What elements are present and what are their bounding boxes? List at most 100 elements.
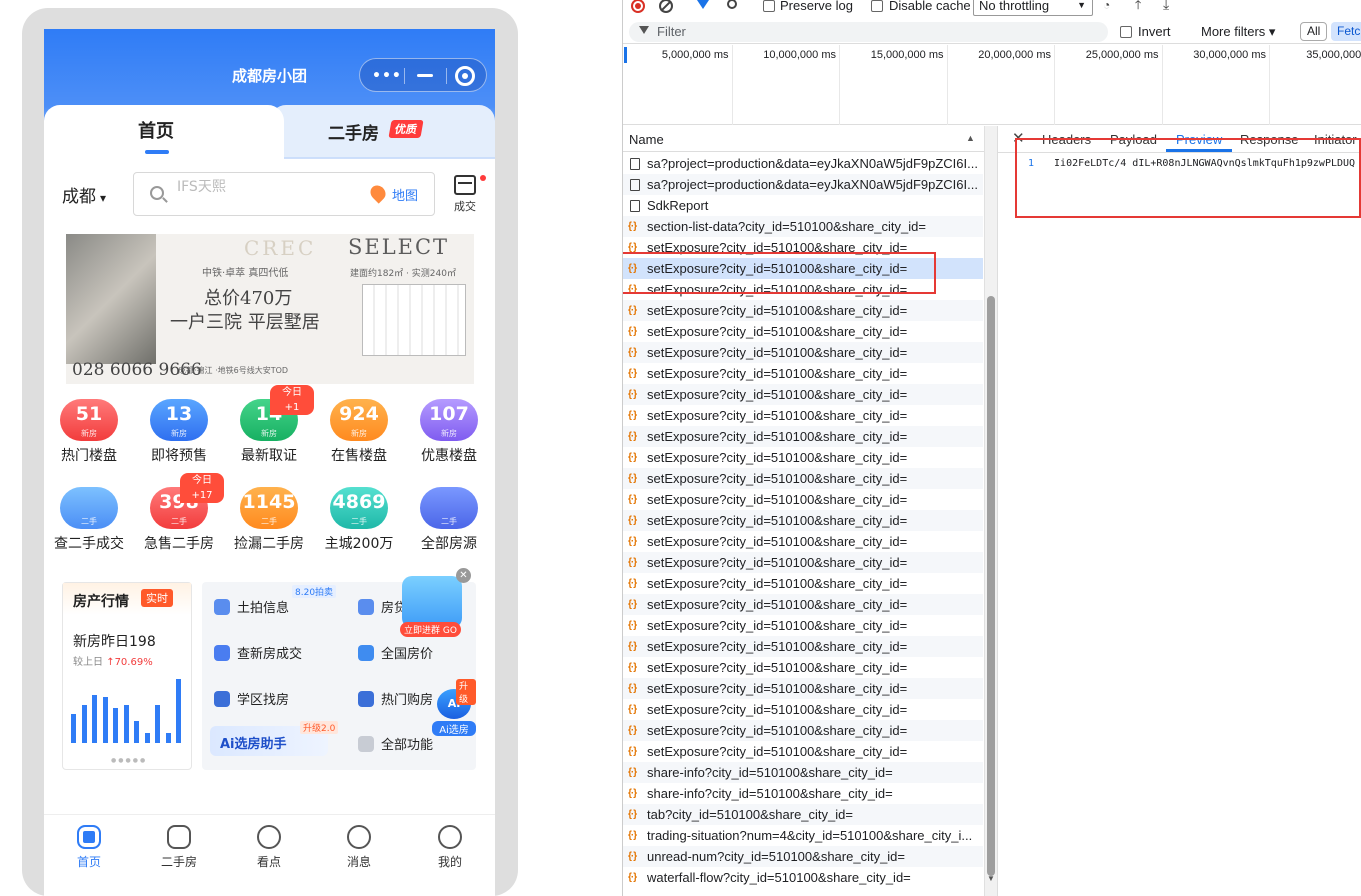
request-row[interactable]: {·} setExposure?city_id=510100&share_city… — [623, 594, 983, 615]
request-row[interactable]: sa?project=production&data=eyJkaXN0aW5jd… — [623, 153, 983, 174]
nav-second-hand[interactable]: 二手房 — [149, 825, 209, 870]
filter-icon[interactable] — [697, 0, 709, 9]
market-bar — [92, 695, 97, 743]
tool-new-deal[interactable]: 查新房成交 — [214, 643, 302, 662]
request-row[interactable]: {·} setExposure?city_id=510100&share_city… — [623, 321, 983, 342]
map-link[interactable]: 地图 — [392, 185, 418, 204]
request-row[interactable]: SdkReport — [623, 195, 983, 216]
tab-second-hand[interactable]: 二手房 优质 — [270, 105, 495, 157]
divider — [446, 68, 447, 84]
filter-fetch-button[interactable]: Fetc — [1331, 22, 1361, 41]
preserve-log-checkbox[interactable] — [763, 0, 775, 12]
request-row[interactable]: {·} setExposure?city_id=510100&share_city… — [623, 300, 983, 321]
throttling-select[interactable]: No throttling ▼ — [973, 0, 1093, 16]
tool-national-price[interactable]: 全国房价 — [358, 643, 433, 662]
network-timeline-overview[interactable]: 5,000,000 ms 10,000,000 ms 15,000,000 ms 20… — [623, 45, 1361, 125]
category-row2-2[interactable]: 1145 二手 捡漏二手房 — [224, 487, 314, 553]
category-row1-2[interactable]: 14 新房 最新取证 今日+1 — [224, 385, 314, 465]
request-row[interactable]: {·} unread-num?city_id=510100&share_city_… — [623, 846, 983, 867]
search-icon[interactable] — [727, 0, 737, 9]
tool-land[interactable]: 土拍信息 — [214, 597, 289, 616]
promo-banner[interactable]: CREC SELECT 中铁·卓萃 真四代低 建面约182㎡ · 实测240㎡ … — [66, 234, 474, 384]
request-row[interactable]: {·} share-info?city_id=510100&share_city_… — [623, 762, 983, 783]
nav-messages[interactable]: 消息 — [329, 825, 389, 870]
category-row2-1[interactable]: 398 二手 急售二手房 今日+17 — [134, 473, 224, 553]
more-filters-dropdown[interactable]: More filters ▾ — [1201, 24, 1275, 40]
category-row1-3[interactable]: 924 新房 在售楼盘 — [314, 399, 404, 465]
request-row[interactable]: {·} setExposure?city_id=510100&share_city… — [623, 657, 983, 678]
category-row2-3[interactable]: 4869 二手 主城200万 — [314, 487, 404, 553]
category-row2-0[interactable]: 二手 查二手成交 — [44, 487, 134, 553]
filter-input[interactable]: Filter — [629, 22, 1108, 42]
request-row[interactable]: {·} waterfall-flow?city_id=510100&share_c… — [623, 867, 983, 888]
category-row1-0[interactable]: 51 新房 热门楼盘 — [44, 399, 134, 465]
request-row[interactable]: {·} setExposure?city_id=510100&share_city… — [623, 384, 983, 405]
close-icon[interactable]: ✕ — [456, 568, 471, 583]
request-list-scrollbar[interactable]: ▼ — [984, 126, 997, 896]
request-row[interactable]: {·} setExposure?city_id=510100&share_city… — [623, 636, 983, 657]
tool-label: 热门购房 — [381, 693, 434, 708]
nav-highlights[interactable]: 看点 — [239, 825, 299, 870]
scrollbar-thumb[interactable] — [987, 296, 995, 876]
network-conditions-icon[interactable]: ◔ — [1103, 0, 1110, 12]
nav-home[interactable]: 首页 — [59, 825, 119, 870]
calendar-icon — [454, 175, 486, 195]
request-row[interactable]: {·} setExposure?city_id=510100&share_city… — [623, 615, 983, 636]
request-row[interactable]: {·} setExposure?city_id=510100&share_city… — [623, 720, 983, 741]
deal-button[interactable]: 成交 — [450, 175, 486, 214]
category-row2-4[interactable]: 二手 全部房源 — [404, 487, 494, 553]
ai-float-button[interactable]: 升级 AI Ai选房 — [432, 679, 476, 741]
tab-home[interactable]: 首页 — [44, 105, 284, 161]
request-row[interactable]: {·} setExposure?city_id=510100&share_city… — [623, 363, 983, 384]
filter-all-button[interactable]: All — [1300, 22, 1328, 41]
request-row[interactable]: {·} setExposure?city_id=510100&share_city… — [623, 468, 983, 489]
category-badge-icon: 13 新房 — [150, 399, 208, 441]
fetch-xhr-icon: {·} — [628, 347, 637, 358]
import-har-icon[interactable]: ⤒ — [1135, 0, 1141, 13]
sort-asc-icon[interactable]: ▲ — [966, 133, 975, 143]
more-icon[interactable]: ••• — [372, 68, 402, 84]
request-row[interactable]: {·} tab?city_id=510100&share_city_id= — [623, 804, 983, 825]
request-row[interactable]: {·} setExposure?city_id=510100&share_city… — [623, 489, 983, 510]
request-row[interactable]: {·} setExposure?city_id=510100&share_city… — [623, 405, 983, 426]
request-row[interactable]: {·} setExposure?city_id=510100&share_city… — [623, 552, 983, 573]
tool-all-functions[interactable]: 全部功能 — [358, 734, 433, 753]
request-row[interactable]: {·} setExposure?city_id=510100&share_city… — [623, 678, 983, 699]
market-bar — [71, 714, 76, 743]
name-column-header[interactable]: Name — [629, 132, 664, 147]
export-har-icon[interactable]: ⤓ — [1163, 0, 1169, 13]
request-row[interactable]: {·} section-list-data?city_id=510100&shar… — [623, 216, 983, 237]
category-row1-4[interactable]: 107 新房 优惠楼盘 — [404, 399, 494, 465]
request-row[interactable]: {·} setExposure?city_id=510100&share_city… — [623, 741, 983, 762]
chevron-down-icon: ▼ — [1077, 0, 1086, 10]
tool-hot-buy[interactable]: 热门购房 — [358, 689, 433, 708]
close-miniprogram-icon[interactable] — [455, 66, 475, 86]
search-input[interactable]: IFS天熙 地图 — [133, 172, 435, 216]
record-icon[interactable] — [631, 0, 645, 13]
disable-cache-checkbox[interactable] — [871, 0, 883, 12]
request-row[interactable]: {·} setExposure?city_id=510100&share_city… — [623, 531, 983, 552]
request-row[interactable]: {·} setExposure?city_id=510100&share_city… — [623, 699, 983, 720]
request-row[interactable]: {·} setExposure?city_id=510100&share_city… — [623, 342, 983, 363]
city-selector[interactable]: 成都 ▾ — [62, 182, 106, 207]
clear-icon[interactable] — [659, 0, 673, 13]
nav-profile[interactable]: 我的 — [420, 825, 480, 870]
market-card[interactable]: 房产行情 实时 新房昨日198 较上日 ↑70.69% ●●●●● — [62, 582, 192, 770]
request-row[interactable]: {·} setExposure?city_id=510100&share_city… — [623, 573, 983, 594]
map-icon — [358, 645, 374, 661]
invert-checkbox[interactable] — [1120, 26, 1132, 38]
request-row[interactable]: {·} trading-situation?num=4&city_id=51010… — [623, 825, 983, 846]
scroll-down-arrow[interactable]: ▼ — [987, 874, 995, 883]
group-promo-float[interactable]: 立即进群 GO ✕ — [398, 568, 471, 644]
request-row[interactable]: {·} setExposure?city_id=510100&share_city… — [623, 426, 983, 447]
minimize-icon[interactable] — [417, 74, 433, 77]
tool-school[interactable]: 学区找房 — [214, 689, 289, 708]
request-row[interactable]: {·} setExposure?city_id=510100&share_city… — [623, 510, 983, 531]
join-group-cta[interactable]: 立即进群 GO — [400, 622, 461, 637]
request-row[interactable]: {·} share-info?city_id=510100&share_city_… — [623, 783, 983, 804]
request-row[interactable]: sa?project=production&data=eyJkaXN0aW5jd… — [623, 174, 983, 195]
category-row1-1[interactable]: 13 新房 即将预售 — [134, 399, 224, 465]
request-name: setExposure?city_id=510100&share_city_id… — [647, 387, 908, 402]
compare-value: ↑70.69% — [106, 657, 153, 668]
request-row[interactable]: {·} setExposure?city_id=510100&share_city… — [623, 447, 983, 468]
